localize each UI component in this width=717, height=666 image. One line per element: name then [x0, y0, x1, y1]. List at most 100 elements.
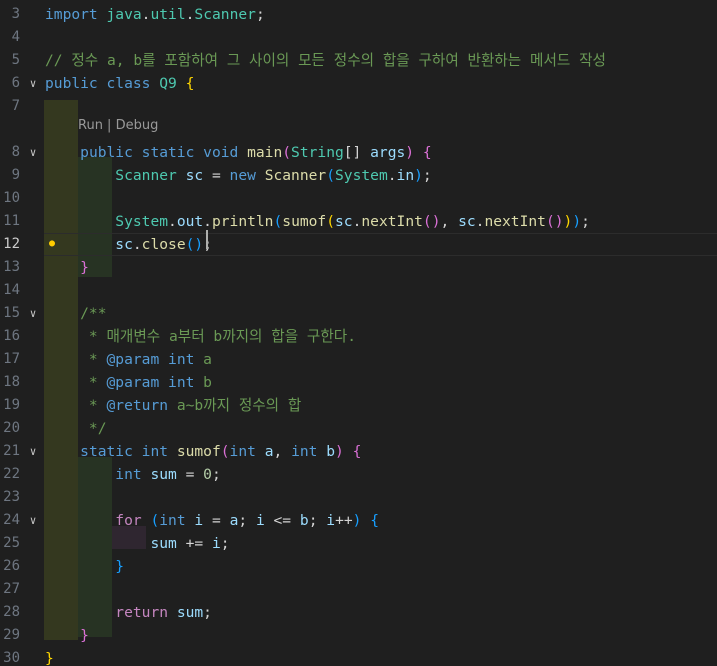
code-token: )	[563, 213, 573, 230]
code-line[interactable]: 30}	[0, 647, 717, 666]
fold-chevron-icon[interactable]: ∨	[26, 440, 40, 463]
line-number: 13	[3, 259, 20, 275]
line-number: 28	[3, 604, 20, 620]
code-line[interactable]: 5 // 정수 a, b를 포함하여 그 사이의 모든 정수의 합을 구하여 반환…	[0, 49, 717, 72]
code-token: args	[370, 144, 406, 161]
code-line[interactable]: 13 }	[0, 256, 717, 279]
line-number: 24	[3, 512, 20, 528]
code-token: {	[185, 75, 195, 92]
code-token: (	[150, 512, 160, 529]
code-line[interactable]: 26 }	[0, 555, 717, 578]
code-token: String	[291, 144, 344, 161]
code-token: Scanner	[194, 6, 256, 23]
code-editor[interactable]: Run | Debug 3 import java.util.Scanner; 4 5…	[0, 0, 717, 666]
code-token: =	[203, 167, 230, 184]
line-number: 19	[3, 397, 20, 413]
code-line[interactable]: 4	[0, 26, 717, 49]
code-token: * 매개변수 a부터 b까지의 합을 구한다.	[45, 328, 356, 345]
code-token: }	[80, 627, 89, 644]
code-line[interactable]: 10	[0, 187, 717, 210]
code-token: ()	[185, 236, 204, 253]
code-line[interactable]: 3 import java.util.Scanner;	[0, 3, 717, 26]
code-text: * @param int b	[45, 371, 212, 394]
code-token: ()	[422, 213, 441, 230]
code-token: (	[326, 213, 336, 230]
code-line[interactable]: 16 * 매개변수 a부터 b까지의 합을 구한다.	[0, 325, 717, 348]
code-token: )	[572, 213, 582, 230]
line-number: 27	[3, 581, 20, 597]
code-line[interactable]: 9 Scanner sc = new Scanner(System.in);	[0, 164, 717, 187]
code-line[interactable]: 21 ∨ static int sumof(int a, int b) {	[0, 440, 717, 463]
code-text: * @return a~b까지 정수의 합	[45, 394, 301, 417]
text-cursor	[206, 230, 208, 249]
code-line[interactable]: 18 * @param int b	[0, 371, 717, 394]
code-token: .	[203, 213, 212, 230]
fold-chevron-icon[interactable]: ∨	[26, 302, 40, 325]
code-line[interactable]: 25 sum += i;	[0, 532, 717, 555]
code-line[interactable]: 8 ∨ public static void main(String[] args…	[0, 141, 717, 164]
line-number: 9	[11, 167, 20, 183]
code-line[interactable]: 17 * @param int a	[0, 348, 717, 371]
fold-chevron-icon[interactable]: ∨	[26, 72, 40, 95]
code-line[interactable]: 7	[0, 95, 717, 118]
code-token: }	[115, 558, 125, 575]
code-token: (	[220, 443, 230, 460]
code-token: }	[45, 650, 54, 666]
code-token: .	[168, 213, 177, 230]
code-line[interactable]: 29 }	[0, 624, 717, 647]
code-text: sum += i;	[45, 532, 229, 555]
codelens-run-debug[interactable]: Run | Debug	[78, 116, 158, 136]
code-text: for (int i = a; i <= b; i++) {	[45, 509, 379, 532]
code-token: int	[229, 443, 265, 460]
code-token: a	[264, 443, 274, 460]
code-token: ,	[440, 213, 459, 230]
code-line[interactable]: 24 ∨ for (int i = a; i <= b; i++) {	[0, 509, 717, 532]
code-token: /**	[45, 305, 107, 322]
code-token: int	[168, 351, 195, 368]
code-text: }	[45, 624, 89, 647]
code-token: public class	[45, 75, 160, 92]
fold-chevron-icon[interactable]: ∨	[26, 141, 40, 164]
fold-chevron-icon[interactable]: ∨	[26, 509, 40, 532]
code-line[interactable]: 22 int sum = 0;	[0, 463, 717, 486]
code-line[interactable]: 28 return sum;	[0, 601, 717, 624]
line-number: 16	[3, 328, 20, 344]
code-token: Scanner	[264, 167, 327, 184]
code-line[interactable]: 14	[0, 279, 717, 302]
line-number: 17	[3, 351, 20, 367]
code-text: }	[45, 256, 89, 279]
code-token: ;	[308, 512, 327, 529]
code-text: public class Q9 {	[45, 72, 194, 95]
line-number: 14	[3, 282, 20, 298]
code-line[interactable]: 12● sc.close();	[0, 233, 717, 256]
code-text: int sum = 0;	[45, 463, 220, 486]
code-token: sc	[335, 213, 353, 230]
code-line[interactable]: 20 */	[0, 417, 717, 440]
code-token: )	[335, 443, 344, 460]
code-line[interactable]: 11 System.out.println(sumof(sc.nextInt()…	[0, 210, 717, 233]
code-line[interactable]: 27	[0, 578, 717, 601]
code-token: b	[194, 374, 212, 391]
line-number: 20	[3, 420, 20, 436]
code-token: *	[45, 397, 107, 414]
code-line[interactable]: 15 ∨ /**	[0, 302, 717, 325]
code-token: <=	[264, 512, 300, 529]
code-token: }	[80, 259, 89, 276]
code-token: +=	[176, 535, 212, 552]
code-token: {	[422, 144, 432, 161]
code-token: out	[176, 213, 204, 230]
code-line[interactable]: 23	[0, 486, 717, 509]
code-line[interactable]: 6 ∨ public class Q9 {	[0, 72, 717, 95]
code-token: int	[159, 512, 195, 529]
code-line[interactable]: 19 * @return a~b까지 정수의 합	[0, 394, 717, 417]
code-token: (	[282, 144, 292, 161]
